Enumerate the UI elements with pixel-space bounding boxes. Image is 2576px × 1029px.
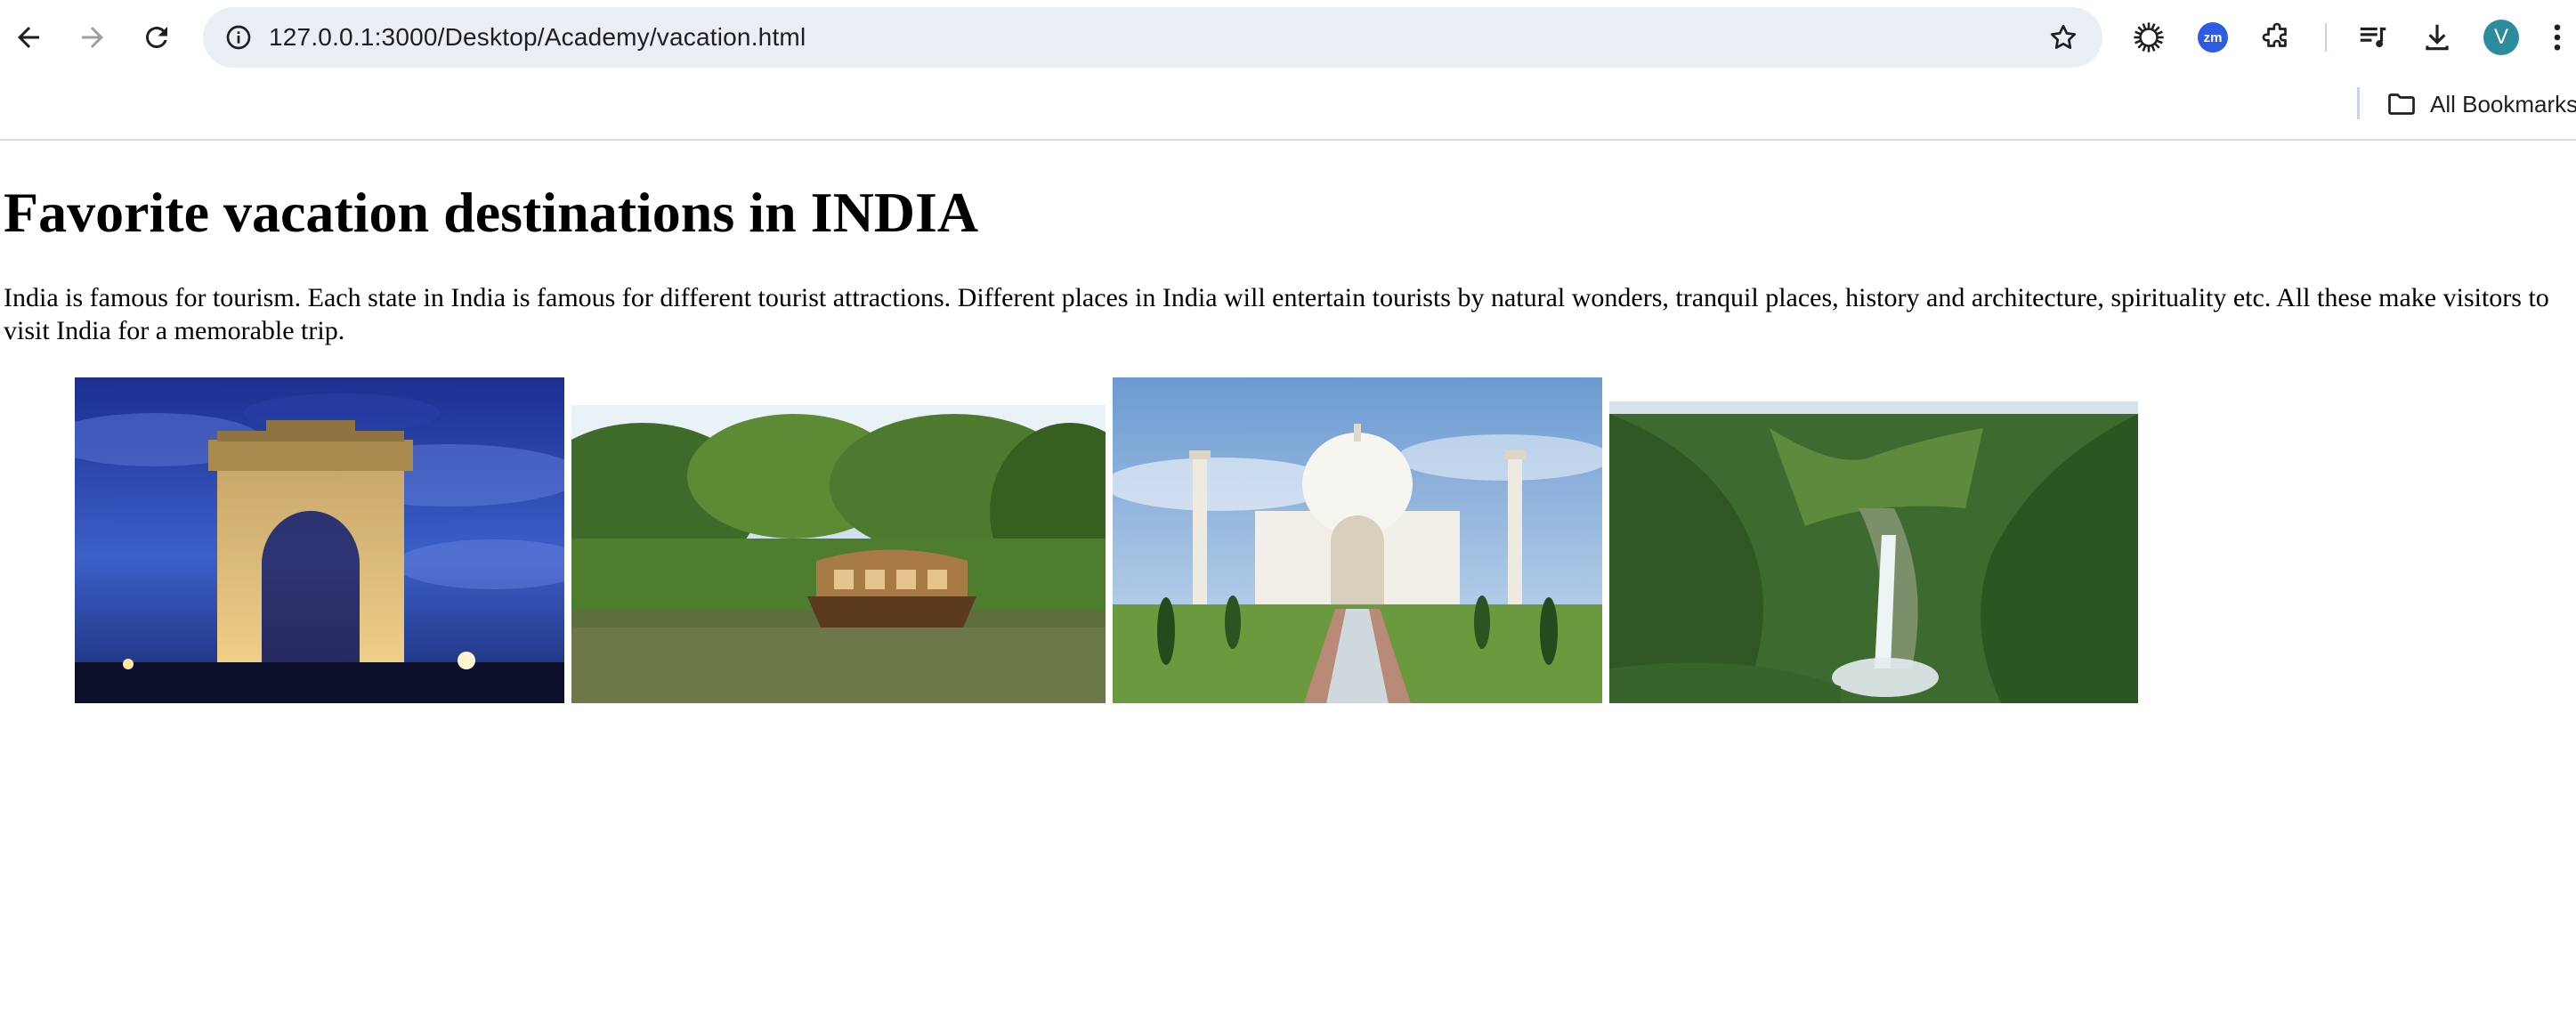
sun-extension-icon — [2134, 22, 2164, 53]
site-info-icon — [226, 25, 251, 50]
page-title: Favorite vacation destinations in INDIA — [4, 181, 979, 244]
zoom-extension-button[interactable]: zm — [2191, 16, 2234, 59]
back-button[interactable] — [4, 12, 53, 62]
extensions-puzzle-icon — [2262, 22, 2287, 47]
reading-list-icon — [2360, 27, 2386, 48]
profile-button[interactable]: V — [2480, 16, 2523, 59]
back-arrow-icon — [18, 27, 39, 48]
kerala-backwaters-photo — [571, 405, 1106, 703]
forward-arrow-icon — [82, 27, 103, 48]
toolbar-divider — [2325, 23, 2327, 52]
avatar: V — [2483, 20, 2519, 55]
url-text[interactable]: 127.0.0.1:3000/Desktop/Academy/vacation.… — [269, 7, 806, 68]
menu-dots-icon — [2554, 24, 2561, 51]
bookmarks-bar: All Bookmarks — [0, 75, 2576, 141]
bookmark-star-button[interactable] — [2045, 20, 2081, 55]
reload-icon — [145, 26, 167, 48]
folder-icon — [2388, 93, 2415, 115]
zoom-extension-icon: zm — [2198, 22, 2228, 53]
sun-extension-button[interactable] — [2127, 16, 2170, 59]
intro-paragraph: India is famous for tourism. Each state … — [4, 283, 2549, 345]
taj-mahal-photo — [1113, 377, 1602, 703]
page-content: Favorite vacation destinations in INDIA … — [0, 141, 2576, 1029]
india-gate-photo — [75, 377, 564, 703]
extensions-button[interactable] — [2256, 16, 2298, 59]
all-bookmarks-label: All Bookmarks — [2430, 90, 2576, 117]
waterfall-photo — [1609, 401, 2138, 703]
browser-menu-button[interactable] — [2544, 16, 2571, 59]
browser-toolbar: 127.0.0.1:3000/Desktop/Academy/vacation.… — [0, 0, 2576, 75]
downloads-button[interactable] — [2416, 16, 2459, 59]
reading-list-button[interactable] — [2352, 16, 2394, 59]
reload-button[interactable] — [132, 12, 182, 62]
address-bar[interactable]: 127.0.0.1:3000/Desktop/Academy/vacation.… — [203, 7, 2102, 68]
forward-button[interactable] — [68, 12, 117, 62]
bookmarks-divider — [2357, 87, 2360, 119]
all-bookmarks-button[interactable]: All Bookmarks — [2386, 84, 2576, 125]
bookmark-star-icon — [2050, 24, 2077, 49]
site-info-button[interactable] — [219, 18, 258, 57]
download-icon — [2426, 24, 2449, 51]
